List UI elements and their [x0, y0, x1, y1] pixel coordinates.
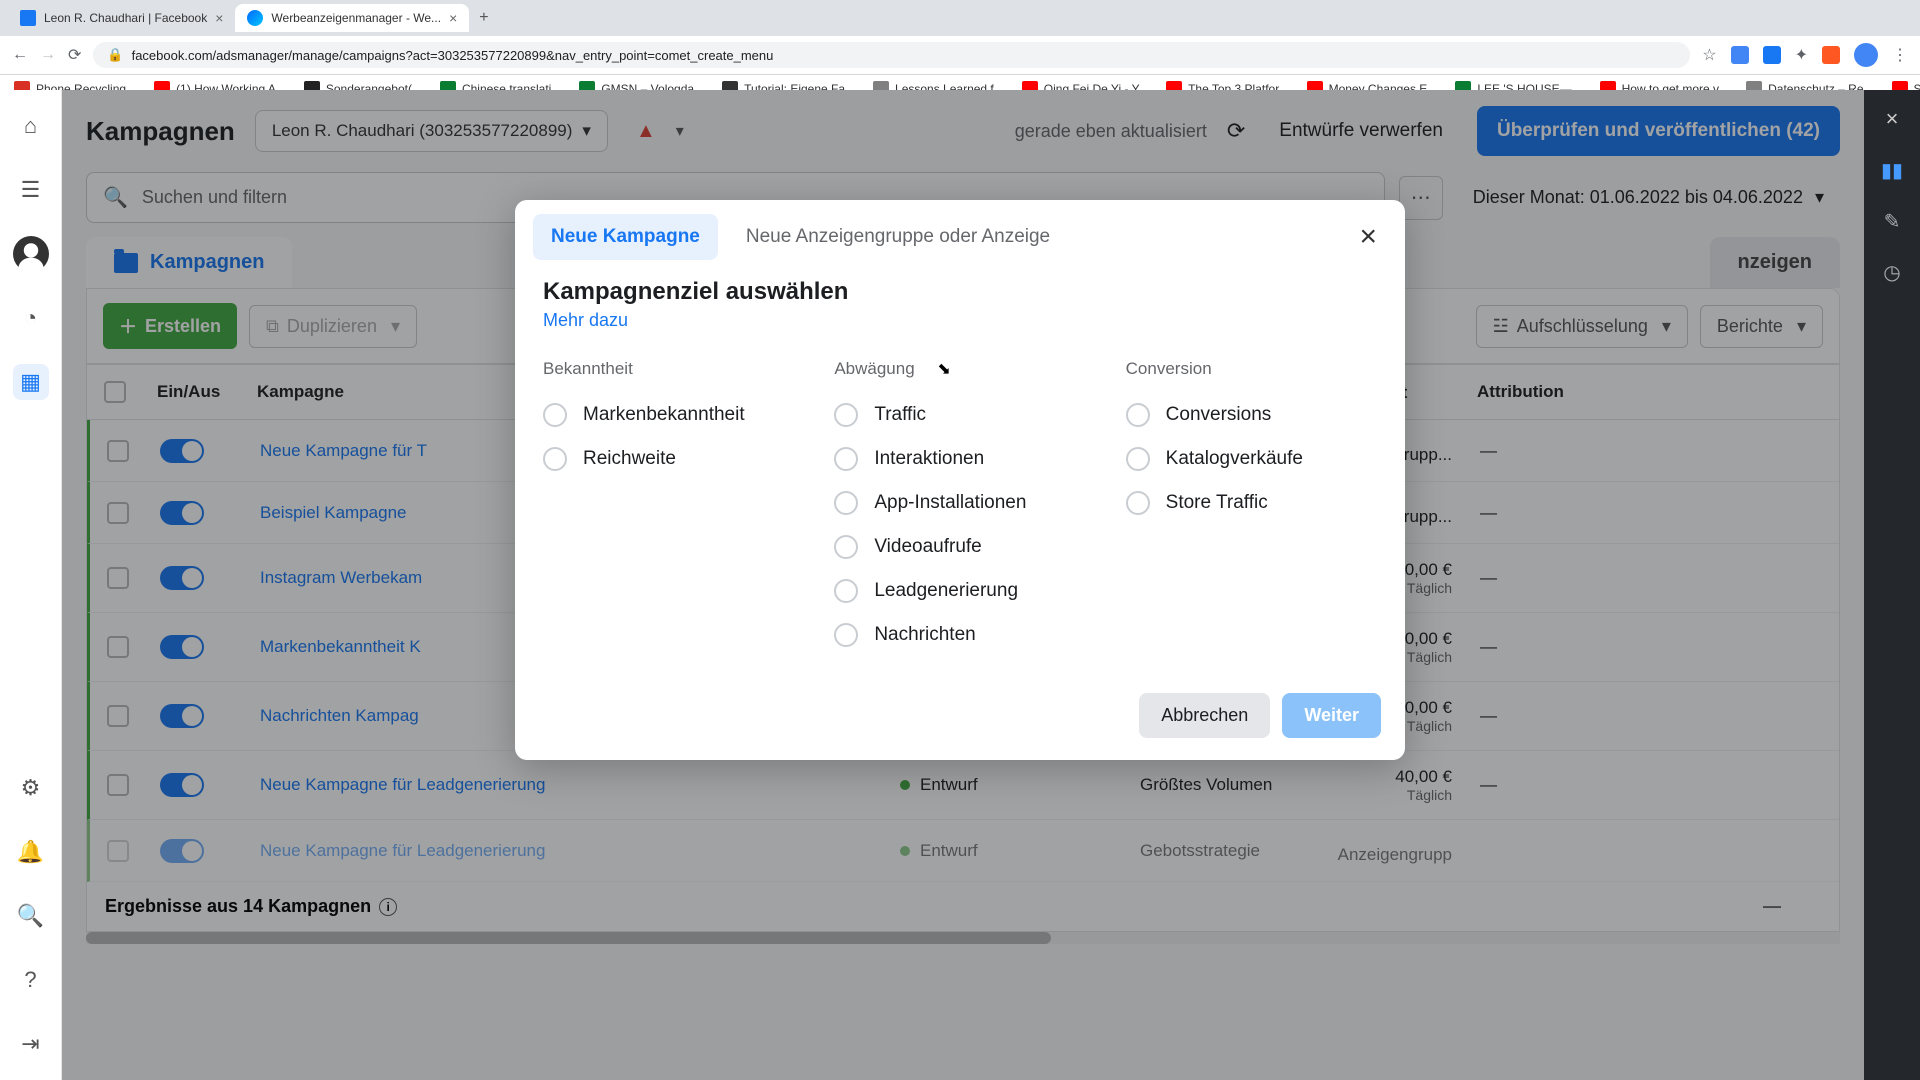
radio-icon	[1126, 403, 1150, 427]
radio-icon	[543, 403, 567, 427]
col-awareness: Bekanntheit Markenbekanntheit Reichweite	[543, 359, 794, 657]
option-label: Nachrichten	[874, 624, 975, 646]
collapse-icon[interactable]: ⇥	[13, 1026, 49, 1062]
radio-icon	[834, 491, 858, 515]
url-text: facebook.com/adsmanager/manage/campaigns…	[132, 48, 774, 63]
left-rail: ⌂ ☰ ◔ ▦ ⚙ 🔔 🔍 ? ⇥	[0, 90, 62, 1080]
gauge-icon[interactable]: ◔	[13, 300, 49, 336]
objective-option[interactable]: Videoaufrufe	[834, 525, 1085, 569]
close-icon[interactable]: ×	[1886, 106, 1899, 132]
lock-icon: 🔒	[107, 47, 123, 63]
option-label: Traffic	[874, 404, 926, 426]
reload-icon[interactable]: ⟳	[68, 45, 81, 65]
radio-icon	[834, 623, 858, 647]
close-icon[interactable]: ×	[215, 10, 223, 26]
col-head: Bekanntheit	[543, 359, 794, 379]
tab-title: Leon R. Chaudhari | Facebook	[44, 11, 207, 25]
help-icon[interactable]: ?	[13, 962, 49, 998]
option-label: App-Installationen	[874, 492, 1026, 514]
objective-option[interactable]: Katalogverkäufe	[1126, 437, 1377, 481]
tab-title: Werbeanzeigenmanager - We...	[271, 11, 441, 25]
next-button[interactable]: Weiter	[1282, 693, 1381, 738]
url-field[interactable]: 🔒 facebook.com/adsmanager/manage/campaig…	[93, 42, 1690, 68]
clock-icon[interactable]: ◷	[1883, 260, 1900, 285]
close-icon[interactable]: ×	[1349, 216, 1387, 258]
extension-icon[interactable]	[1731, 46, 1749, 64]
radio-icon	[834, 579, 858, 603]
radio-icon	[834, 535, 858, 559]
modal-title: Kampagnenziel auswählen	[543, 278, 1377, 306]
objective-option[interactable]: Markenbekanntheit	[543, 393, 794, 437]
option-label: Store Traffic	[1166, 492, 1268, 514]
address-right: ☆ ✦ ⋮	[1702, 43, 1908, 67]
right-rail: × ▮▮ ✎ ◷	[1864, 90, 1920, 1080]
radio-icon	[543, 447, 567, 471]
col-consideration: Abwägung ⬊ Traffic Interaktionen App-Insta…	[834, 359, 1085, 657]
objective-option[interactable]: App-Installationen	[834, 481, 1085, 525]
option-label: Reichweite	[583, 448, 676, 470]
objective-option[interactable]: Interaktionen	[834, 437, 1085, 481]
search-icon[interactable]: 🔍	[13, 898, 49, 934]
objective-columns: Bekanntheit MarkenbekanntheitReichweite …	[543, 359, 1377, 657]
learn-more-link[interactable]: Mehr dazu	[543, 310, 628, 331]
address-bar: ← → ⟳ 🔒 facebook.com/adsmanager/manage/c…	[0, 36, 1920, 75]
option-label: Interaktionen	[874, 448, 984, 470]
edit-icon[interactable]: ✎	[1884, 209, 1901, 234]
option-label: Leadgenerierung	[874, 580, 1018, 602]
modal-tabs: Neue Kampagne Neue Anzeigengruppe oder A…	[515, 200, 1405, 260]
grid-icon[interactable]: ▦	[13, 364, 49, 400]
modal-footer: Abbrechen Weiter	[515, 677, 1405, 760]
radio-icon	[1126, 491, 1150, 515]
cancel-button[interactable]: Abbrechen	[1139, 693, 1270, 738]
objective-option[interactable]: Store Traffic	[1126, 481, 1377, 525]
bell-icon[interactable]: 🔔	[13, 834, 49, 870]
chart-icon[interactable]: ▮▮	[1881, 158, 1903, 183]
radio-icon	[1126, 447, 1150, 471]
new-tab-button[interactable]: +	[469, 9, 498, 27]
browser-tab[interactable]: Leon R. Chaudhari | Facebook ×	[8, 4, 235, 32]
objective-option[interactable]: Conversions	[1126, 393, 1377, 437]
extension-icon[interactable]	[1763, 46, 1781, 64]
menu-icon[interactable]: ☰	[13, 172, 49, 208]
option-label: Katalogverkäufe	[1166, 448, 1303, 470]
option-label: Markenbekanntheit	[583, 404, 745, 426]
radio-icon	[834, 403, 858, 427]
home-icon[interactable]: ⌂	[13, 108, 49, 144]
meta-favicon	[247, 10, 263, 26]
extensions-icon[interactable]: ✦	[1795, 45, 1808, 65]
browser-tab-active[interactable]: Werbeanzeigenmanager - We... ×	[235, 4, 469, 32]
avatar[interactable]	[13, 236, 49, 272]
option-label: Videoaufrufe	[874, 536, 981, 558]
col-head: Abwägung ⬊	[834, 359, 1085, 379]
modal-body: Kampagnenziel auswählen Mehr dazu Bekann…	[515, 260, 1405, 677]
modal-tab-new-campaign[interactable]: Neue Kampagne	[533, 214, 718, 260]
extension-icon[interactable]	[1822, 46, 1840, 64]
objective-option[interactable]: Reichweite	[543, 437, 794, 481]
back-icon[interactable]: ←	[12, 46, 28, 64]
col-conversion: Conversion Conversions Katalogverkäufe Sto…	[1126, 359, 1377, 657]
objective-option[interactable]: Traffic	[834, 393, 1085, 437]
create-campaign-modal: Neue Kampagne Neue Anzeigengruppe oder A…	[515, 200, 1405, 760]
profile-avatar[interactable]	[1854, 43, 1878, 67]
objective-option[interactable]: Leadgenerierung	[834, 569, 1085, 613]
option-label: Conversions	[1166, 404, 1272, 426]
star-icon[interactable]: ☆	[1702, 45, 1716, 65]
radio-icon	[834, 447, 858, 471]
modal-tab-new-adset[interactable]: Neue Anzeigengruppe oder Anzeige	[728, 214, 1068, 260]
cursor-icon: ⬊	[937, 359, 950, 379]
objective-option[interactable]: Nachrichten	[834, 613, 1085, 657]
menu-icon[interactable]: ⋮	[1892, 45, 1908, 65]
forward-icon[interactable]: →	[40, 46, 56, 64]
gear-icon[interactable]: ⚙	[13, 770, 49, 806]
facebook-favicon	[20, 10, 36, 26]
col-head: Conversion	[1126, 359, 1377, 379]
close-icon[interactable]: ×	[449, 10, 457, 26]
tab-strip: Leon R. Chaudhari | Facebook × Werbeanze…	[0, 0, 1920, 36]
